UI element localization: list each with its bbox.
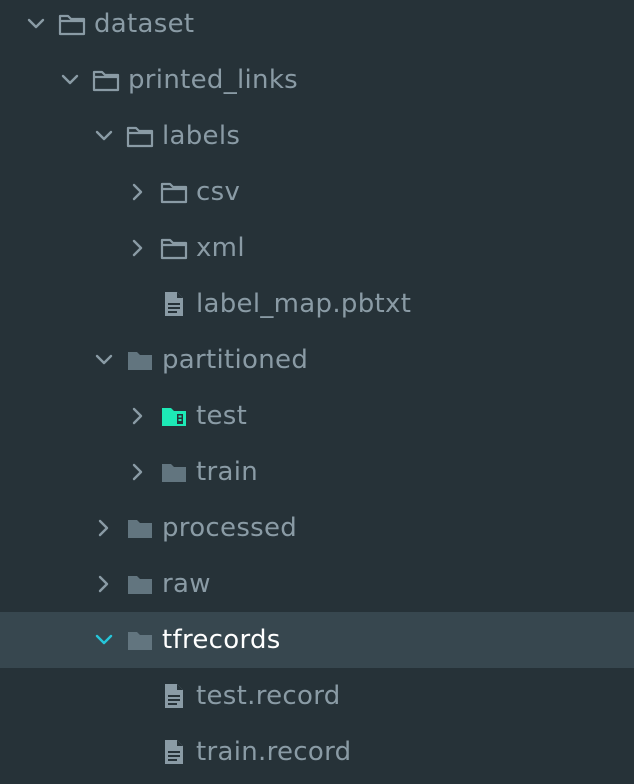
chevron-down-icon[interactable] bbox=[94, 630, 114, 650]
chevron-right-icon[interactable] bbox=[94, 518, 114, 538]
chevron-down-icon[interactable] bbox=[94, 126, 114, 146]
folder-filled-icon bbox=[126, 571, 154, 597]
tree-item-labels[interactable]: labels bbox=[0, 108, 634, 164]
tree-item-label: dataset bbox=[94, 9, 195, 39]
folder-outline-icon bbox=[160, 235, 188, 261]
tree-item-label: train bbox=[196, 457, 259, 487]
folder-filled-icon bbox=[126, 515, 154, 541]
tree-item-test-record[interactable]: test.record bbox=[0, 668, 634, 724]
chevron-right-icon[interactable] bbox=[128, 462, 148, 482]
tree-item-label: train.record bbox=[196, 737, 352, 767]
tree-item-label: label_map.pbtxt bbox=[196, 289, 412, 319]
tree-item-label: labels bbox=[162, 121, 241, 151]
chevron-right-icon[interactable] bbox=[128, 406, 148, 426]
tree-item-label: processed bbox=[162, 513, 298, 543]
file-text-icon bbox=[160, 291, 188, 317]
tree-item-label: csv bbox=[196, 177, 241, 207]
chevron-down-icon[interactable] bbox=[26, 14, 46, 34]
file-text-icon bbox=[160, 739, 188, 765]
tree-item-test[interactable]: test bbox=[0, 388, 634, 444]
tree-item-partitioned[interactable]: partitioned bbox=[0, 332, 634, 388]
folder-test-icon bbox=[160, 403, 188, 429]
folder-open-icon bbox=[58, 11, 86, 37]
tree-item-train-record[interactable]: train.record bbox=[0, 724, 634, 780]
folder-open-icon bbox=[126, 123, 154, 149]
tree-item-dataset[interactable]: dataset bbox=[0, 0, 634, 52]
tree-item-label: test bbox=[196, 401, 248, 431]
tree-item-label: raw bbox=[162, 569, 211, 599]
tree-item-train[interactable]: train bbox=[0, 444, 634, 500]
file-text-icon bbox=[160, 683, 188, 709]
tree-item-label: partitioned bbox=[162, 345, 309, 375]
file-tree: dataset printed_linkslabels csv xml label_ma… bbox=[0, 0, 634, 784]
folder-open-icon bbox=[92, 67, 120, 93]
tree-item-csv[interactable]: csv bbox=[0, 164, 634, 220]
tree-item-label: tfrecords bbox=[162, 625, 281, 655]
chevron-down-icon[interactable] bbox=[94, 350, 114, 370]
tree-item-tfrecords[interactable]: tfrecords bbox=[0, 612, 634, 668]
chevron-right-icon[interactable] bbox=[94, 574, 114, 594]
tree-item-xml[interactable]: xml bbox=[0, 220, 634, 276]
folder-filled-icon bbox=[126, 347, 154, 373]
tree-item-processed[interactable]: processed bbox=[0, 500, 634, 556]
chevron-down-icon[interactable] bbox=[60, 70, 80, 90]
tree-item-label: xml bbox=[196, 233, 245, 263]
folder-outline-icon bbox=[160, 179, 188, 205]
tree-item-label-map-pbtxt[interactable]: label_map.pbtxt bbox=[0, 276, 634, 332]
tree-item-label: test.record bbox=[196, 681, 341, 711]
tree-item-printed-links[interactable]: printed_links bbox=[0, 52, 634, 108]
chevron-right-icon[interactable] bbox=[128, 238, 148, 258]
tree-item-raw[interactable]: raw bbox=[0, 556, 634, 612]
chevron-right-icon[interactable] bbox=[128, 182, 148, 202]
folder-filled-icon bbox=[126, 627, 154, 653]
folder-filled-icon bbox=[160, 459, 188, 485]
tree-item-label: printed_links bbox=[128, 65, 299, 95]
